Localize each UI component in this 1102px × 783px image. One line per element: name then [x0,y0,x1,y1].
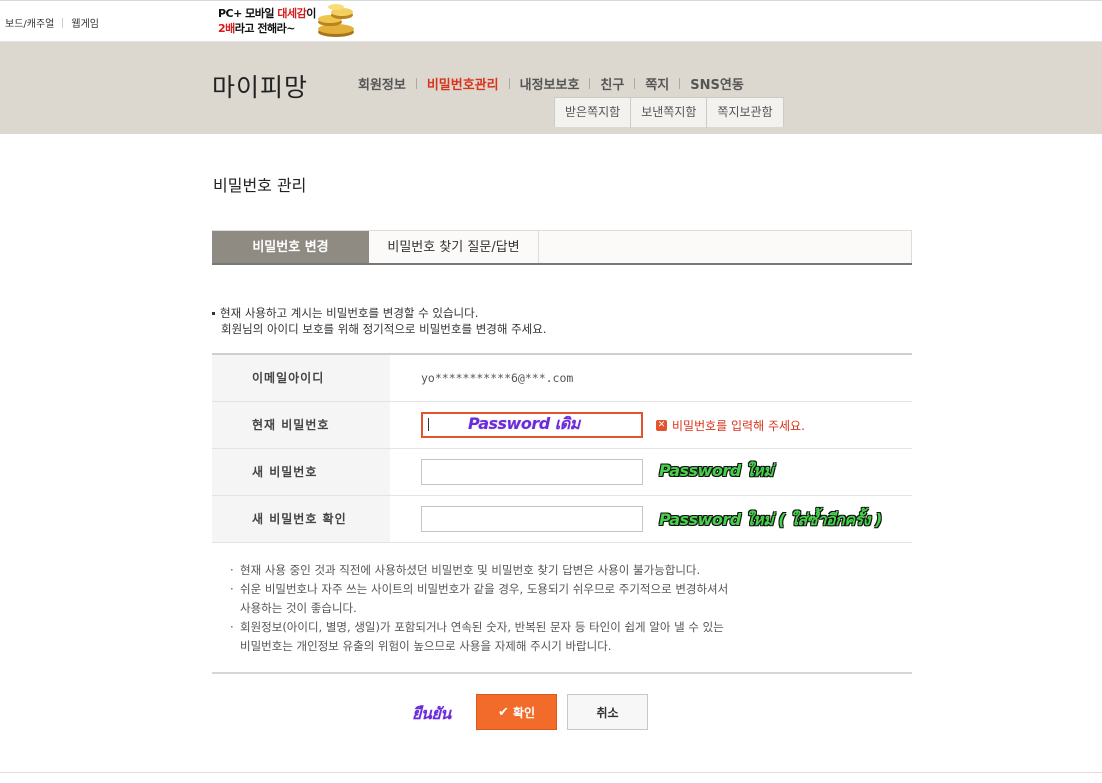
confirm-password-label: 새 비밀번호 확인 [212,496,390,542]
cancel-button[interactable]: 취소 [567,694,648,730]
email-label: 이메일아이디 [212,355,390,401]
divider [589,78,591,89]
current-password-error: ✕ 비밀번호를 입력해 주세요. [656,417,805,434]
annotation-confirm-password: Password ใหม่ ( ใส่ซ้ำอีกครั้ง ) [659,510,882,529]
divider [634,78,636,89]
sub-nav: 받은쪽지함 보낸쪽지함 쪽지보관함 [554,97,784,128]
check-icon: ✔ [498,704,509,720]
subnav-archive[interactable]: 쪽지보관함 [707,98,782,128]
note-item-cont: 사용하는 것이 좋습니다. [240,601,357,615]
desc-line-1: 현재 사용하고 계시는 비밀번호를 변경할 수 있습니다. [220,306,479,320]
footer-line [0,772,1102,773]
tab-password-question[interactable]: 비밀번호 찾기 질문/답변 [369,231,539,264]
current-password-label: 현재 비밀번호 [212,402,390,448]
confirm-button[interactable]: ✔ 확인 [476,694,557,730]
note-item: 현재 사용 중인 것과 직전에 사용하셨던 비밀번호 및 비밀번호 찾기 답변은… [230,561,728,580]
page-title: 비밀번호 관리 [213,176,307,195]
subnav-inbox[interactable]: 받은쪽지함 [555,98,632,128]
description: 현재 사용하고 계시는 비밀번호를 변경할 수 있습니다. 회원님의 아이디 보… [212,305,546,337]
header-band: 마이피망 회원정보 비밀번호관리 내정보보호 친구 쪽지 SNS연동 받은쪽지함… [0,42,1102,134]
error-icon: ✕ [656,419,667,431]
row-new-password: 새 비밀번호 [212,449,912,496]
note-item: 회원정보(아이디, 별명, 생일)가 포함되거나 연속된 숫자, 반복된 문자 … [230,618,728,637]
desc-line-2: 회원님의 아이디 보호를 위해 정기적으로 비밀번호를 변경해 주세요. [221,322,547,336]
site-title[interactable]: 마이피망 [212,68,308,104]
tab-underline [212,263,912,265]
row-email: 이메일아이디 yo***********6@***.com [212,355,912,402]
annotation-submit: ยืนยัน [412,704,451,723]
annotation-current-password: Password เดิม [468,414,580,433]
email-value: yo***********6@***.com [421,371,574,385]
promo-line-2: 2배라고 전해라~ [218,22,295,35]
divider [62,17,64,28]
subnav-sent[interactable]: 보낸쪽지함 [631,98,708,128]
link-web-game[interactable]: 웹게임 [71,15,99,30]
divider [508,78,510,89]
annotation-new-password: Password ใหม่ [659,461,774,480]
tab-change-password[interactable]: 비밀번호 변경 [212,231,369,264]
nav-member-info[interactable]: 회원정보 [358,74,406,93]
bullet-icon [212,312,215,315]
notes-list: 현재 사용 중인 것과 직전에 사용하셨던 비밀번호 및 비밀번호 찾기 답변은… [230,561,728,656]
new-password-label: 새 비밀번호 [212,449,390,495]
top-links: 보드/캐주얼 웹게임 [5,15,99,30]
divider [679,78,681,89]
coins-icon [318,4,354,37]
nav-privacy-protect[interactable]: 내정보보호 [520,74,580,93]
new-password-input[interactable] [421,459,643,485]
note-item: 쉬운 비밀번호나 자주 쓰는 사이트의 비밀번호가 같을 경우, 도용되기 쉬우… [230,580,728,599]
divider [415,78,417,89]
confirm-password-input[interactable] [421,506,643,532]
main-nav: 회원정보 비밀번호관리 내정보보호 친구 쪽지 SNS연동 [358,74,744,93]
nav-password-manage[interactable]: 비밀번호관리 [427,74,499,93]
nav-friends[interactable]: 친구 [600,74,624,93]
promo-banner[interactable]: PC+ 모바일 대세감이 2배라고 전해라~ [212,2,360,39]
text-cursor [428,418,429,431]
nav-sns[interactable]: SNS연동 [690,74,744,93]
error-text: 비밀번호를 입력해 주세요. [672,418,805,433]
divider [212,672,912,674]
link-board-casual[interactable]: 보드/캐주얼 [5,15,54,30]
note-item-cont: 비밀번호는 개인정보 유출의 위험이 높으므로 사용을 자제해 주시기 바랍니다… [240,639,612,653]
top-bar: 보드/캐주얼 웹게임 PC+ 모바일 대세감이 2배라고 전해라~ [0,0,1102,42]
nav-messages[interactable]: 쪽지 [645,74,669,93]
promo-line-1: PC+ 모바일 대세감이 [218,7,316,20]
tab-bar: 비밀번호 변경 비밀번호 찾기 질문/답변 [212,230,912,265]
